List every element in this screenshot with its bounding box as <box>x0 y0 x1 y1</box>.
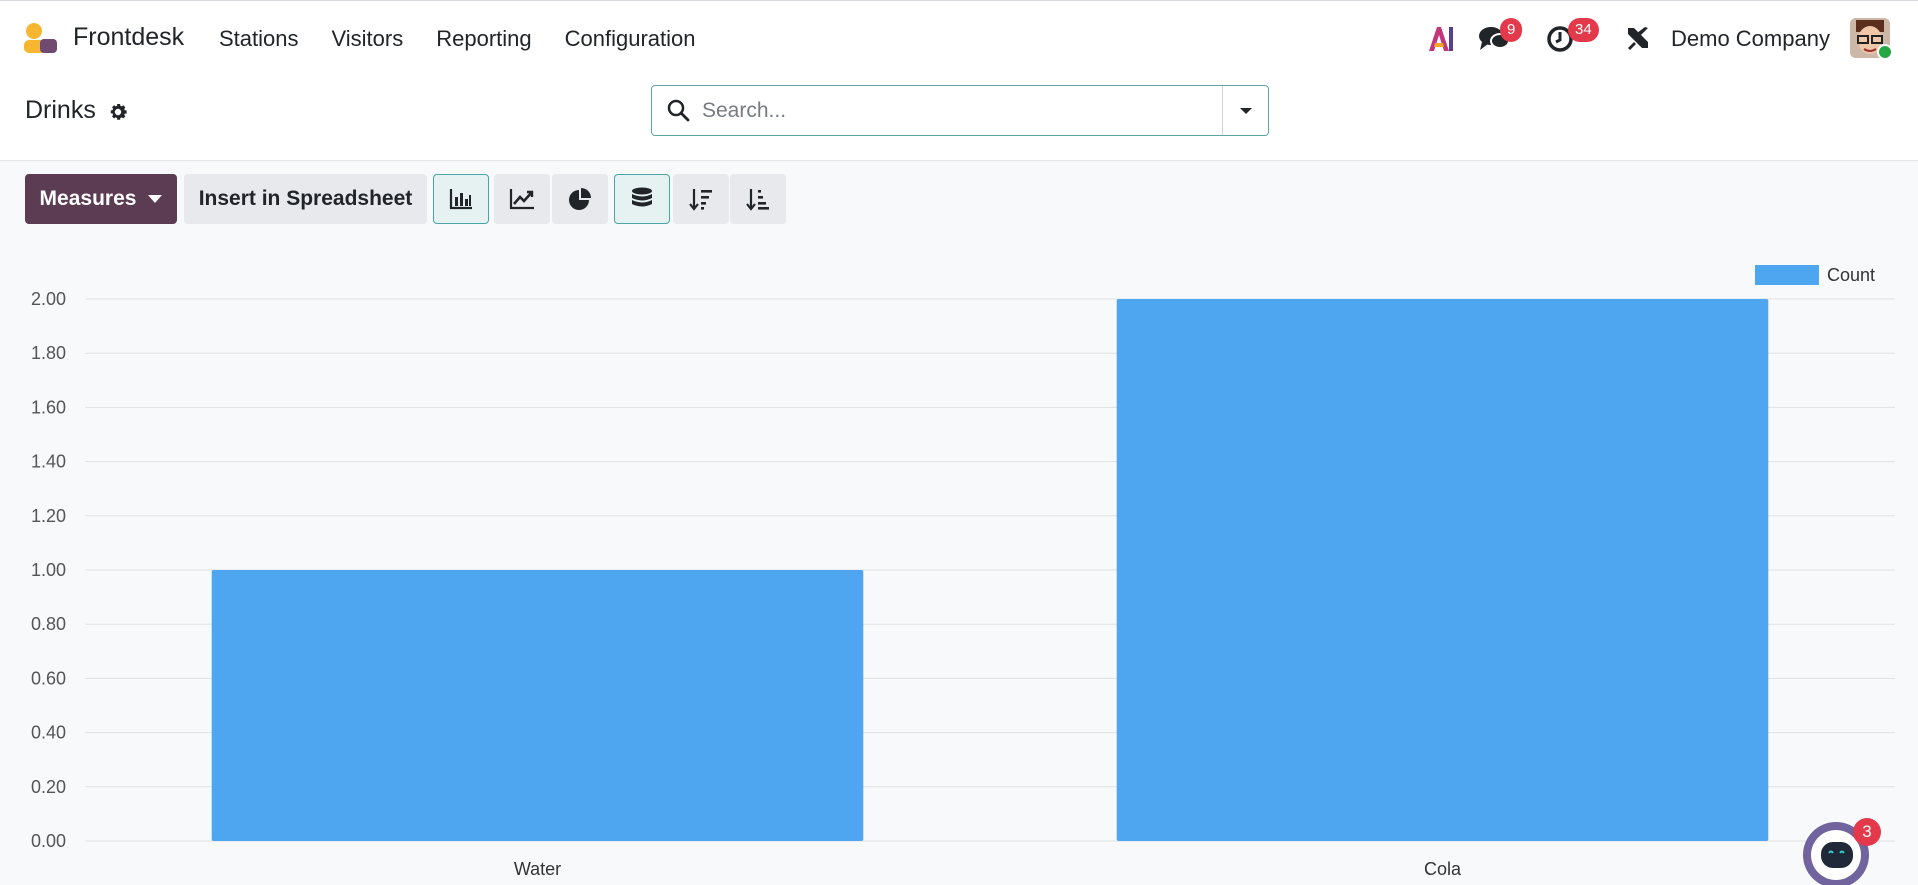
online-status-dot <box>1877 44 1893 60</box>
activities-count-badge: 34 <box>1568 18 1599 42</box>
top-navbar: Frontdesk Stations Visitors Reporting Co… <box>0 0 1918 76</box>
chatbot-badge: 3 <box>1853 818 1881 846</box>
legend-label: Count <box>1827 265 1875 285</box>
y-tick-label: 2.00 <box>31 289 66 309</box>
messages-count-badge: 9 <box>1500 18 1523 42</box>
search-icon <box>667 99 690 122</box>
bar-water[interactable] <box>211 570 864 841</box>
caret-down-icon <box>1239 107 1252 114</box>
gear-icon[interactable] <box>107 101 129 123</box>
page-title: Drinks <box>25 96 96 124</box>
menu-reporting[interactable]: Reporting <box>436 26 531 52</box>
ai-icon[interactable] <box>1427 23 1455 53</box>
x-category-label: Cola <box>1424 859 1462 879</box>
y-tick-label: 0.00 <box>31 831 66 851</box>
x-category-label: Water <box>514 859 561 879</box>
y-tick-label: 0.40 <box>31 723 66 743</box>
debug-tools-icon[interactable] <box>1625 25 1651 51</box>
legend-swatch <box>1755 265 1819 285</box>
y-tick-label: 1.40 <box>31 452 66 472</box>
bot-eyes-icon <box>1828 850 1845 854</box>
y-tick-label: 1.20 <box>31 506 66 526</box>
search-input[interactable] <box>702 94 1202 128</box>
y-tick-label: 0.60 <box>31 668 66 688</box>
main-menu: Stations Visitors Reporting Configuratio… <box>219 26 729 52</box>
frontdesk-app-icon[interactable] <box>22 21 58 57</box>
y-tick-label: 0.20 <box>31 777 66 797</box>
y-tick-label: 1.80 <box>31 343 66 363</box>
bar-cola[interactable] <box>1116 299 1769 841</box>
search-options-toggle[interactable] <box>1222 86 1268 135</box>
bar-chart: 0.00 0.20 0.40 0.60 0.80 1.00 1.20 1.40 1.60 1.80… <box>31 265 1895 879</box>
search-bar <box>651 85 1269 136</box>
company-switcher[interactable]: Demo Company <box>1671 26 1830 52</box>
y-tick-label: 1.60 <box>31 397 66 417</box>
menu-visitors[interactable]: Visitors <box>332 26 404 52</box>
menu-stations[interactable]: Stations <box>219 26 299 52</box>
y-tick-label: 1.00 <box>31 560 66 580</box>
y-tick-label: 0.80 <box>31 614 66 634</box>
bot-icon <box>1821 842 1853 868</box>
menu-configuration[interactable]: Configuration <box>565 26 696 52</box>
app-name[interactable]: Frontdesk <box>73 23 184 52</box>
